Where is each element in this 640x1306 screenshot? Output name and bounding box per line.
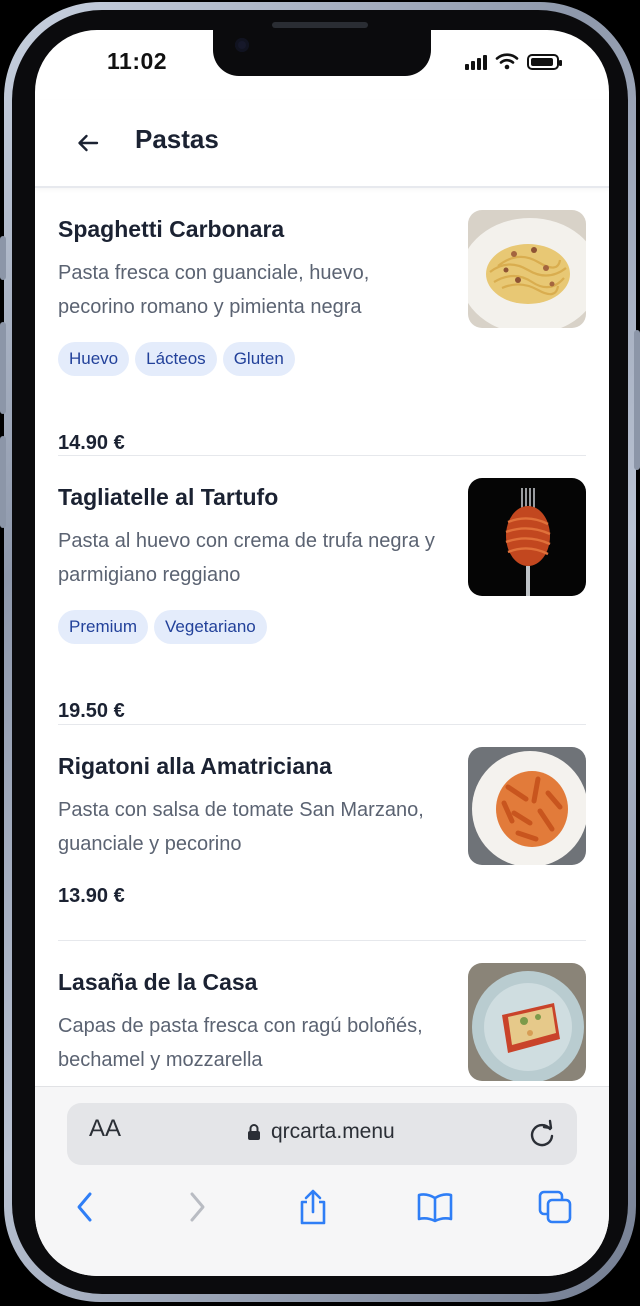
address-bar[interactable]: AA qrcarta.menu xyxy=(67,1103,577,1165)
power-button xyxy=(634,330,640,470)
rigatoni-plate-photo xyxy=(468,747,586,865)
status-time: 11:02 xyxy=(107,48,168,74)
front-camera xyxy=(235,38,249,52)
menu-item[interactable]: Rigatoni alla Amatriciana Pasta con sals… xyxy=(58,725,586,941)
tag-premium: Premium xyxy=(58,610,149,644)
lock-icon xyxy=(248,1124,260,1140)
text-size-button[interactable]: AA xyxy=(89,1115,121,1143)
menu-item-name: Tagliatelle al Tartufo xyxy=(58,484,279,510)
browser-toolbar xyxy=(35,1185,609,1235)
status-bar: 11:02 xyxy=(35,30,609,100)
reload-icon xyxy=(530,1119,554,1147)
spaghetti-carbonara-photo xyxy=(468,210,586,328)
bookmarks-icon xyxy=(417,1193,453,1223)
tagliatelle-fork-photo xyxy=(468,478,586,596)
menu-item-name: Rigatoni alla Amatriciana xyxy=(58,753,332,779)
menu-list: Spaghetti Carbonara Pasta fresca con gua… xyxy=(35,188,609,1086)
app-header: Pastas xyxy=(35,100,609,188)
lasagna-plate-photo xyxy=(468,963,586,1081)
feature-tags: Premium Vegetariano xyxy=(58,610,443,644)
menu-item-text: Rigatoni alla Amatriciana Pasta con sals… xyxy=(58,751,443,861)
menu-item-name: Spaghetti Carbonara xyxy=(58,216,285,242)
menu-item[interactable]: Lasaña de la Casa Capas de pasta fresca … xyxy=(58,941,586,1086)
tag-vegetariano: Vegetariano xyxy=(154,610,267,644)
forward-chevron-icon xyxy=(190,1192,205,1222)
menu-item-description: Pasta fresca con guanciale, huevo, pecor… xyxy=(58,262,370,318)
cellular-signal-icon xyxy=(465,54,487,70)
menu-item[interactable]: Tagliatelle al Tartufo Pasta al huevo co… xyxy=(58,456,586,725)
browser-back-button[interactable] xyxy=(65,1185,105,1229)
back-button[interactable] xyxy=(71,126,105,160)
reload-button[interactable] xyxy=(525,1117,559,1151)
volume-down-button xyxy=(0,436,6,528)
browser-bar: AA qrcarta.menu xyxy=(35,1086,609,1276)
battery-level xyxy=(531,58,553,66)
tag-huevo: Huevo xyxy=(58,342,130,376)
text-size-label: AA xyxy=(89,1115,122,1142)
mute-switch xyxy=(0,236,6,280)
bookmarks-button[interactable] xyxy=(415,1185,455,1229)
url-display[interactable]: qrcarta.menu xyxy=(247,1120,395,1144)
share-icon xyxy=(300,1189,326,1225)
tabs-icon xyxy=(538,1190,572,1224)
tag-lacteos: Lácteos xyxy=(135,342,217,376)
tag-gluten: Gluten xyxy=(222,342,295,376)
menu-item-price: 19.50 € xyxy=(58,700,125,722)
menu-item-name: Lasaña de la Casa xyxy=(58,969,258,995)
menu-item-description: Pasta al huevo con crema de trufa negra … xyxy=(58,530,435,586)
menu-item-text: Tagliatelle al Tartufo Pasta al huevo co… xyxy=(58,482,443,644)
menu-item-price: 13.90 € xyxy=(58,885,125,907)
page-title: Pastas xyxy=(135,124,219,154)
share-button[interactable] xyxy=(293,1185,333,1229)
menu-item-text: Spaghetti Carbonara Pasta fresca con gua… xyxy=(58,214,443,376)
tabs-button[interactable] xyxy=(535,1185,575,1229)
menu-item-description: Pasta con salsa de tomate San Marzano, g… xyxy=(58,799,424,855)
url-text: qrcarta.menu xyxy=(271,1120,395,1143)
menu-item[interactable]: Spaghetti Carbonara Pasta fresca con gua… xyxy=(58,188,586,456)
volume-up-button xyxy=(0,322,6,414)
status-icons xyxy=(465,52,562,70)
wifi-icon xyxy=(495,53,519,70)
phone-screen: 11:02 Pastas Spaghetti Carbonara Pasta f… xyxy=(35,30,609,1276)
menu-item-price: 14.90 € xyxy=(58,432,125,454)
allergen-tags: Huevo Lácteos Gluten xyxy=(58,342,443,376)
arrow-left-icon xyxy=(78,134,99,152)
menu-item-description: Capas de pasta fresca con ragú boloñés, … xyxy=(58,1015,423,1071)
menu-item-text: Lasaña de la Casa Capas de pasta fresca … xyxy=(58,967,443,1077)
speaker-grille xyxy=(272,22,368,28)
battery-icon xyxy=(527,54,562,70)
back-chevron-icon xyxy=(77,1192,92,1222)
browser-forward-button[interactable] xyxy=(177,1185,217,1229)
notch xyxy=(213,30,431,76)
